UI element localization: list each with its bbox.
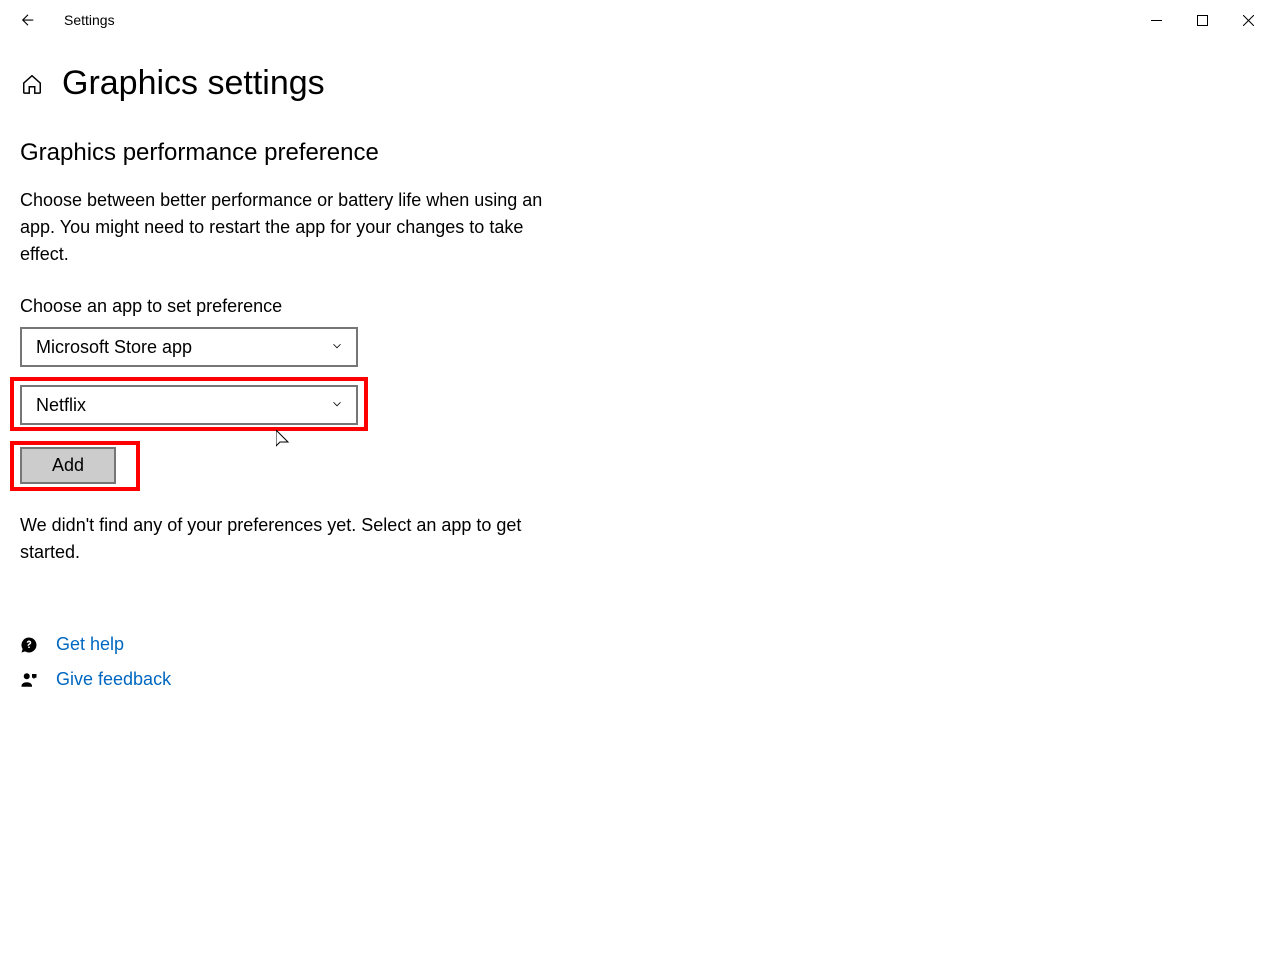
section-description: Choose between better performance or bat… — [20, 187, 550, 268]
close-icon — [1243, 15, 1254, 26]
app-title: Settings — [64, 12, 115, 28]
maximize-button[interactable] — [1179, 4, 1225, 36]
arrow-left-icon — [19, 11, 37, 29]
get-help-link[interactable]: Get help — [20, 634, 1251, 655]
titlebar-left: Settings — [16, 8, 115, 32]
page-header: Graphics settings — [20, 64, 1251, 103]
give-feedback-link[interactable]: Give feedback — [20, 669, 1251, 690]
window-controls — [1133, 4, 1271, 36]
minimize-icon — [1151, 15, 1162, 26]
link-text: Get help — [56, 634, 124, 655]
home-icon[interactable] — [20, 72, 44, 96]
dropdown-value: Netflix — [36, 395, 86, 416]
maximize-icon — [1197, 15, 1208, 26]
chevron-down-icon — [330, 395, 344, 416]
minimize-button[interactable] — [1133, 4, 1179, 36]
dropdown-value: Microsoft Store app — [36, 337, 192, 358]
content-area: Graphics settings Graphics performance p… — [0, 40, 1271, 690]
dropdown-label: Choose an app to set preference — [20, 296, 1251, 317]
chat-help-icon — [20, 636, 38, 654]
section-title: Graphics performance preference — [20, 139, 1251, 167]
status-text: We didn't find any of your preferences y… — [20, 512, 555, 566]
add-button[interactable]: Add — [20, 447, 116, 484]
app-type-dropdown[interactable]: Microsoft Store app — [20, 327, 358, 367]
titlebar: Settings — [0, 0, 1271, 40]
app-select-dropdown[interactable]: Netflix — [20, 385, 358, 425]
help-links: Get help Give feedback — [20, 634, 1251, 690]
close-button[interactable] — [1225, 4, 1271, 36]
back-button[interactable] — [16, 8, 40, 32]
page-title: Graphics settings — [62, 64, 325, 103]
chevron-down-icon — [330, 337, 344, 358]
feedback-person-icon — [20, 671, 38, 689]
link-text: Give feedback — [56, 669, 171, 690]
